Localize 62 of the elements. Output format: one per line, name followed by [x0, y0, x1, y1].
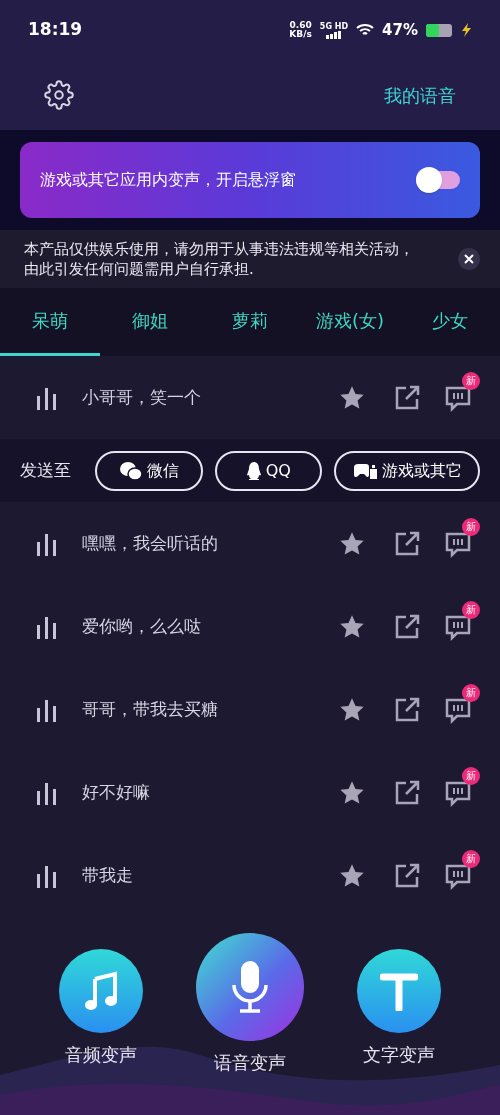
share-icon[interactable]	[394, 779, 420, 806]
letter-t-icon	[380, 971, 419, 1011]
send-to-label: 发送至	[20, 458, 71, 482]
share-icon[interactable]	[394, 696, 420, 723]
network-label: 5G HD	[319, 21, 349, 31]
share-target-button[interactable]: QQ	[214, 450, 322, 491]
equalizer-icon	[36, 697, 58, 722]
voice-title: 好不好嘛	[82, 780, 151, 804]
my-voices-link[interactable]: 我的语音	[384, 81, 456, 109]
chat-bubbles-icon	[118, 460, 143, 481]
equalizer-icon	[36, 531, 58, 556]
voice-changer-label: 文字变声	[363, 1043, 436, 1067]
voice-row[interactable]: 小哥哥，笑一个 新	[0, 356, 500, 439]
voice-row[interactable]: 哥哥，带我去买糖 新	[0, 668, 500, 751]
equalizer-icon	[36, 614, 58, 639]
close-icon	[464, 254, 474, 264]
new-badge: 新	[462, 517, 480, 536]
category-tab[interactable]: 呆萌	[0, 288, 100, 356]
voice-title: 嘿嘿，我会听话的	[82, 531, 219, 555]
music-note-icon	[82, 971, 119, 1011]
share-target-button[interactable]: 微信	[95, 450, 203, 491]
voice-title: 带我走	[82, 863, 134, 887]
disclaimer-text: 本产品仅供娱乐使用，请勿用于从事违法违规等相关活动，由此引发任何问题需用户自行承担.	[24, 239, 415, 279]
voice-row[interactable]: 爱你哟，么么哒 新	[0, 585, 500, 668]
clock: 18:19	[28, 18, 83, 42]
settings-icon	[44, 80, 74, 110]
category-tab[interactable]: 御姐	[100, 288, 200, 356]
new-badge: 新	[462, 683, 480, 702]
share-target-button[interactable]: 游戏或其它	[334, 450, 480, 491]
new-badge: 新	[462, 849, 480, 868]
share-icon[interactable]	[394, 384, 420, 411]
voice-row[interactable]: 好不好嘛 新	[0, 751, 500, 834]
share-icon[interactable]	[394, 613, 420, 640]
new-badge: 新	[462, 371, 480, 390]
voice-title: 哥哥，带我去买糖	[82, 697, 219, 721]
charging-icon	[460, 23, 472, 37]
battery-icon	[426, 23, 452, 37]
voice-row[interactable]: 嘿嘿，我会听话的 新	[0, 502, 500, 585]
voice-title: 爱你哟，么么哒	[82, 614, 202, 638]
settings-button[interactable]	[44, 80, 74, 110]
share-icon[interactable]	[394, 862, 420, 889]
penguin-icon	[245, 460, 262, 481]
new-badge: 新	[462, 766, 480, 785]
close-button[interactable]	[458, 248, 480, 270]
voice-changer-label: 音频变声	[64, 1043, 137, 1067]
banner-text: 游戏或其它应用内变声，开启悬浮窗	[40, 169, 296, 191]
new-badge: 新	[462, 600, 480, 619]
voice-title: 小哥哥，笑一个	[82, 385, 202, 409]
network-speed: 0.60 KB/s	[289, 21, 312, 39]
equalizer-icon	[36, 863, 58, 888]
share-icon[interactable]	[394, 530, 420, 557]
battery-percent: 47%	[382, 19, 418, 41]
wifi-icon	[356, 23, 375, 37]
equalizer-icon	[36, 385, 58, 410]
category-tab[interactable]: 少女	[400, 288, 500, 356]
microphone-icon	[230, 959, 270, 1015]
category-tab[interactable]: 萝莉	[200, 288, 300, 356]
voice-row[interactable]: 带我走 新	[0, 834, 500, 917]
equalizer-icon	[36, 780, 58, 805]
category-tab[interactable]: 游戏(女)	[300, 288, 400, 356]
voice-changer-label: 语音变声	[214, 1051, 286, 1075]
signal-icon	[324, 30, 343, 39]
